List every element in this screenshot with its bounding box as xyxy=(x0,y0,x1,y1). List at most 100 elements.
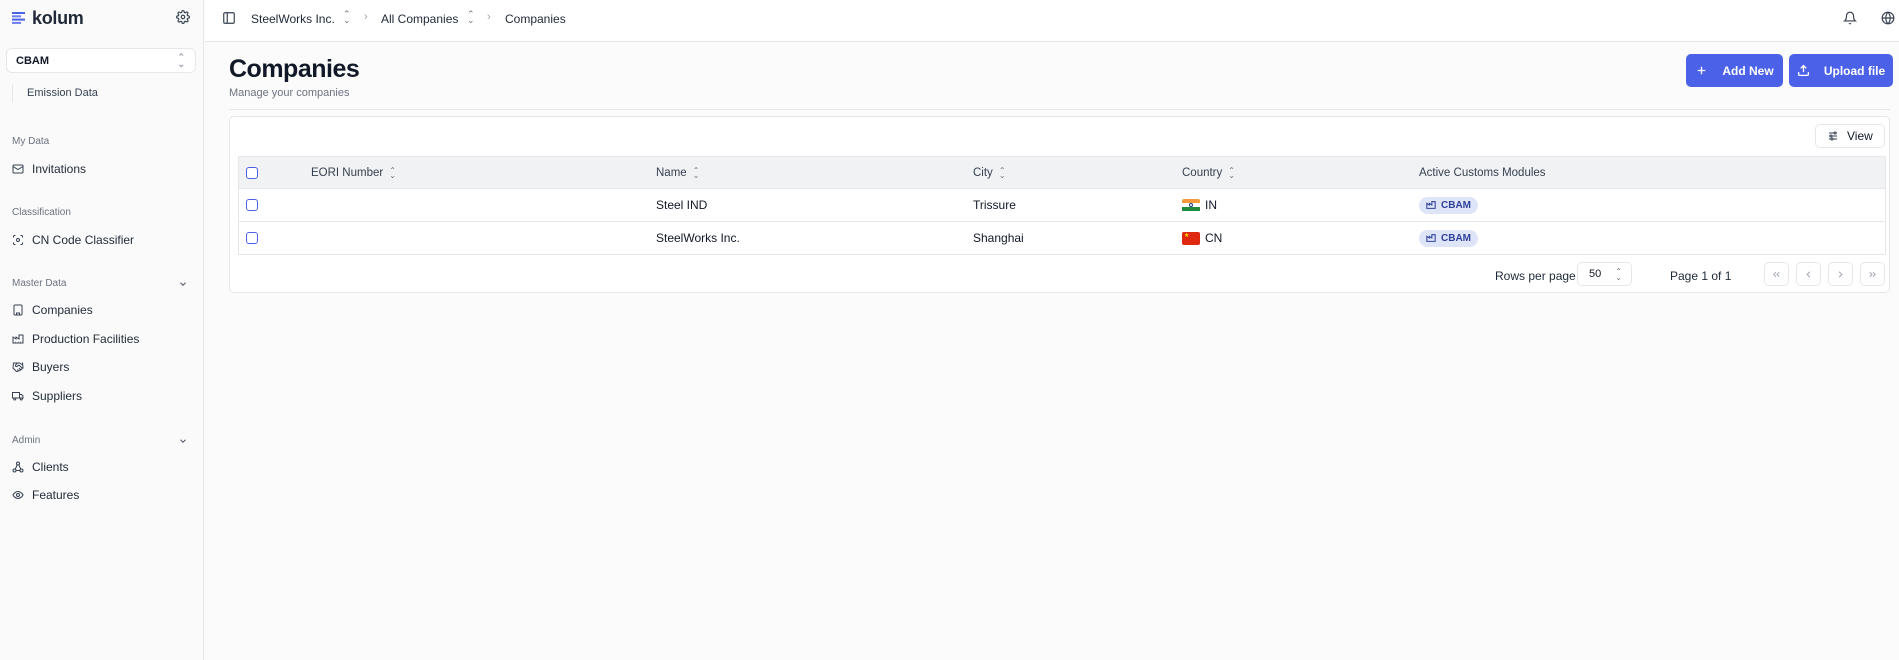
sort-icon: ⌃ ⌄ xyxy=(998,165,1006,180)
chevron-up-down-icon[interactable]: ⌃ ⌄ xyxy=(343,10,351,25)
sidebar-item-companies[interactable]: Companies xyxy=(12,301,93,319)
building-icon xyxy=(13,304,23,316)
row-select-cell xyxy=(246,222,258,254)
sidebar-item-features[interactable]: Features xyxy=(12,486,79,504)
chevron-down-icon[interactable] xyxy=(178,436,188,446)
breadcrumb-current: Companies xyxy=(505,12,566,26)
sidebar-item-production-facilities[interactable]: Production Facilities xyxy=(12,330,139,348)
last-page-button[interactable] xyxy=(1860,262,1885,286)
group-label-master-data: Master Data xyxy=(12,278,67,289)
column-header-label: Country xyxy=(1182,166,1223,179)
cell-city: Shanghai xyxy=(973,231,1024,245)
select-all-checkbox[interactable] xyxy=(246,166,258,179)
chevron-left-icon xyxy=(1806,270,1811,278)
cell-name: SteelWorks Inc. xyxy=(656,231,740,245)
cell-country: IN xyxy=(1182,189,1217,221)
sidebar-item-clients[interactable]: Clients xyxy=(12,458,69,476)
bell-icon[interactable] xyxy=(1843,11,1857,25)
chevrons-left-icon xyxy=(1773,271,1780,277)
plus-icon xyxy=(1698,66,1706,75)
chevron-right-icon: › xyxy=(364,11,368,23)
kolum-logo-icon xyxy=(12,12,25,24)
sidebar-item-cn-code-classifier[interactable]: CN Code Classifier xyxy=(12,231,134,249)
globe-icon[interactable] xyxy=(1881,11,1895,25)
sliders-icon xyxy=(1829,131,1837,141)
column-header-label: EORI Number xyxy=(311,166,384,179)
row-select-cell xyxy=(246,189,258,221)
module-select[interactable]: CBAM ⌃ ⌄ xyxy=(6,48,196,73)
column-header-eori[interactable]: EORI Number ⌃ ⌄ xyxy=(311,157,396,188)
group-label-admin: Admin xyxy=(12,435,41,446)
sidebar-item-label: Buyers xyxy=(32,360,70,374)
mail-icon xyxy=(12,164,24,174)
sort-icon: ⌃ ⌄ xyxy=(1228,165,1235,180)
brand[interactable]: kolum xyxy=(12,8,84,28)
add-new-label: Add New xyxy=(1722,63,1774,78)
cell-modules: CBAM xyxy=(1419,222,1478,254)
sidebar-item-invitations[interactable]: Invitations xyxy=(12,160,86,178)
module-badge-label: CBAM xyxy=(1441,232,1471,244)
upload-icon xyxy=(1797,64,1809,77)
breadcrumb-workspace[interactable]: SteelWorks Inc. xyxy=(251,12,335,26)
cell-modules: CBAM xyxy=(1419,189,1478,221)
cell-name: Steel IND xyxy=(656,198,708,212)
module-select-value: CBAM xyxy=(16,54,49,67)
india-flag-icon xyxy=(1182,198,1200,212)
rows-per-page-label: Rows per page xyxy=(1495,269,1576,283)
first-page-button[interactable] xyxy=(1764,262,1789,286)
select-all-cell xyxy=(246,157,258,188)
eye-icon xyxy=(12,490,24,500)
group-label-my-data: My Data xyxy=(12,136,50,147)
sidebar: kolum CBAM ⌃ ⌄ Emission Data My Data Invi… xyxy=(0,0,204,660)
handshake-icon xyxy=(12,362,24,373)
sidebar-item-label: Production Facilities xyxy=(32,332,140,346)
sidebar-item-label: Clients xyxy=(32,460,69,474)
cell-country: ★ CN xyxy=(1182,222,1222,254)
row-checkbox[interactable] xyxy=(246,232,258,244)
sidebar-item-label: CN Code Classifier xyxy=(32,233,135,247)
column-header-country[interactable]: Country ⌃ ⌄ xyxy=(1182,157,1235,188)
sidebar-item-label: Companies xyxy=(32,303,93,317)
previous-page-button[interactable] xyxy=(1796,262,1821,286)
column-header-label: City xyxy=(973,166,993,179)
rows-per-page-value: 50 xyxy=(1589,268,1602,280)
chevron-down-icon[interactable] xyxy=(178,279,188,289)
chevron-right-icon xyxy=(1838,270,1843,278)
row-checkbox[interactable] xyxy=(246,199,258,211)
group-label-classification: Classification xyxy=(12,207,71,218)
factory-icon xyxy=(1426,234,1436,242)
topbar: SteelWorks Inc. ⌃ ⌄ › All Companies ⌃ ⌄ › … xyxy=(205,0,1899,42)
chevron-right-icon: › xyxy=(487,11,491,23)
column-header-city[interactable]: City ⌃ ⌄ xyxy=(973,157,1006,188)
column-header-name[interactable]: Name ⌃ ⌄ xyxy=(656,157,699,188)
country-code: IN xyxy=(1205,198,1217,212)
column-header-label: Active Customs Modules xyxy=(1419,166,1546,179)
table-row[interactable]: SteelWorks Inc. Shanghai ★ CN CBAM xyxy=(239,222,1885,255)
rows-per-page-select[interactable]: 50 ⌃ ⌄ xyxy=(1577,262,1632,286)
gear-icon[interactable] xyxy=(176,10,190,24)
table-header: EORI Number ⌃ ⌄ Name ⌃ ⌄ City ⌃ ⌄ Country ⌃… xyxy=(239,157,1885,189)
module-badge-label: CBAM xyxy=(1441,199,1471,211)
breadcrumb-all-companies[interactable]: All Companies xyxy=(381,12,458,26)
sort-icon: ⌃ ⌄ xyxy=(692,165,700,180)
page-info: Page 1 of 1 xyxy=(1670,269,1732,283)
companies-table: EORI Number ⌃ ⌄ Name ⌃ ⌄ City ⌃ ⌄ Country ⌃… xyxy=(238,156,1886,255)
china-flag-icon: ★ xyxy=(1182,231,1200,245)
sidebar-item-emission-data[interactable]: Emission Data xyxy=(12,84,98,102)
chevrons-right-icon xyxy=(1869,271,1876,277)
table-row[interactable]: Steel IND Trissure IN CBAM xyxy=(239,189,1885,222)
sidebar-toggle-icon[interactable] xyxy=(222,11,236,25)
divider xyxy=(229,109,1890,110)
network-icon xyxy=(12,461,24,473)
chevron-up-down-icon[interactable]: ⌃ ⌄ xyxy=(467,10,475,25)
sort-icon: ⌃ ⌄ xyxy=(389,165,396,180)
sidebar-item-suppliers[interactable]: Suppliers xyxy=(12,387,82,405)
upload-file-button[interactable]: Upload file xyxy=(1789,54,1893,87)
scan-icon xyxy=(13,235,23,245)
next-page-button[interactable] xyxy=(1828,262,1853,286)
column-header-label: Name xyxy=(656,166,687,179)
view-options-button[interactable]: View xyxy=(1815,124,1885,148)
add-new-button[interactable]: Add New xyxy=(1686,54,1783,87)
sidebar-item-buyers[interactable]: Buyers xyxy=(12,358,69,376)
page-subtitle: Manage your companies xyxy=(229,87,350,99)
